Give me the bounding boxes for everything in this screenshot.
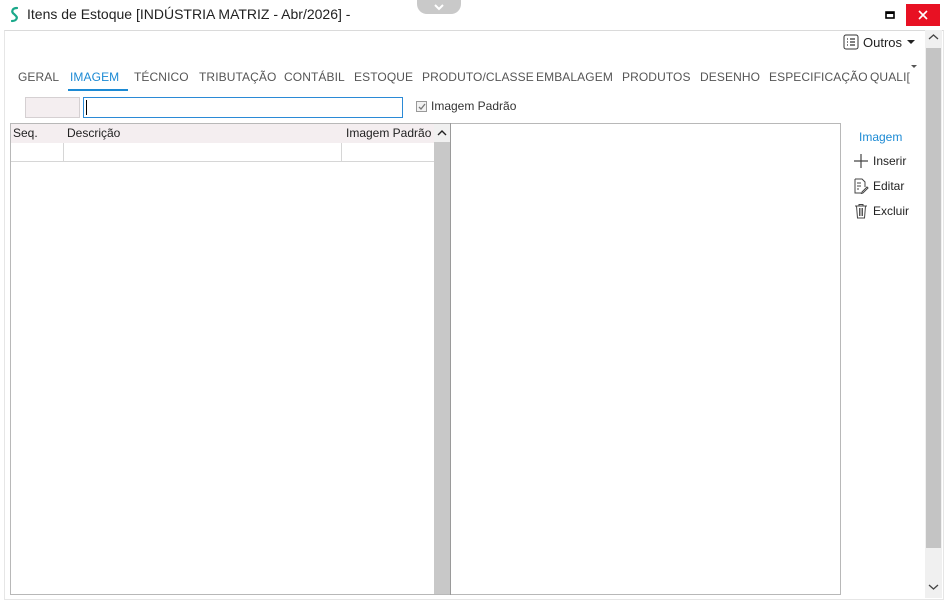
image-preview-panel [451,123,841,595]
chevron-down-icon[interactable] [928,583,939,591]
tab-tecnico[interactable]: TÉCNICO [134,70,189,84]
default-image-toggle[interactable]: Imagem Padrão [416,99,516,113]
title-bar: Itens de Estoque [INDÚSTRIA MATRIZ - Abr… [0,0,946,30]
scrollbar-thumb[interactable] [926,48,941,548]
column-header-imagem-padrao[interactable]: Imagem Padrão [346,126,431,140]
tab-geral[interactable]: GERAL [18,70,59,84]
tab-especificacao[interactable]: ESPECIFICAÇÃO [769,70,868,84]
tab-tributacao[interactable]: TRIBUTAÇÃO [199,70,276,84]
text-cursor [86,100,87,115]
edit-button[interactable]: Editar [852,177,904,195]
close-button[interactable] [906,4,940,26]
edit-label: Editar [873,179,905,193]
table-row[interactable] [11,143,434,162]
grid-header: Seq. Descrição Imagem Padrão [11,124,435,143]
seq-field[interactable] [25,97,80,118]
tab-desenho[interactable]: DESENHO [700,70,760,84]
tab-qualidade[interactable]: QUALI[ [870,70,910,84]
app-logo-icon [10,6,19,23]
default-image-label: Imagem Padrão [431,99,517,113]
default-image-checkbox[interactable] [416,100,427,112]
caret-down-icon [907,40,916,44]
insert-button[interactable]: Inserir [852,152,906,170]
maximize-button[interactable] [874,4,906,26]
insert-label: Inserir [873,154,907,168]
window-scrollbar[interactable] [925,30,942,598]
tab-contabil[interactable]: CONTÁBIL [284,70,345,84]
chevron-up-icon[interactable] [928,33,939,41]
tab-strip: GERAL IMAGEM TÉCNICO TRIBUTAÇÃO CONTÁBIL… [10,66,920,92]
ribbon-toggle[interactable] [417,0,461,14]
outros-label: Outros [863,34,903,50]
grid-divider [341,143,342,162]
close-icon [918,10,928,20]
tab-estoque[interactable]: ESTOQUE [354,70,413,84]
column-header-seq[interactable]: Seq. [13,126,38,140]
tabs-more-icon[interactable] [909,62,919,72]
window-title: Itens de Estoque [INDÚSTRIA MATRIZ - Abr… [27,6,351,22]
images-grid: Seq. Descrição Imagem Padrão [10,123,450,595]
tab-imagem[interactable]: IMAGEM [70,70,119,84]
list-icon [843,34,859,50]
delete-button[interactable]: Excluir [852,202,909,220]
delete-label: Excluir [873,204,910,218]
trash-icon [855,204,867,219]
description-input[interactable] [83,97,403,118]
chevron-up-icon [437,130,447,136]
outros-menu-button[interactable]: Outros [843,33,916,51]
tab-produtos[interactable]: PRODUTOS [622,70,691,84]
checkmark-icon [418,103,426,110]
chevron-down-icon [434,4,444,11]
maximize-icon [885,11,895,19]
grid-scrollbar[interactable] [434,124,450,594]
column-header-descricao[interactable]: Descrição [67,126,120,140]
side-panel-title: Imagem [859,130,903,144]
grid-divider [63,143,64,162]
active-tab-indicator [68,89,128,91]
edit-document-icon [854,178,869,194]
tab-embalagem[interactable]: EMBALAGEM [536,70,613,84]
tab-produto-classe[interactable]: PRODUTO/CLASSE [422,70,534,84]
grid-scroll-up-button[interactable] [434,124,450,142]
plus-icon [854,154,868,168]
